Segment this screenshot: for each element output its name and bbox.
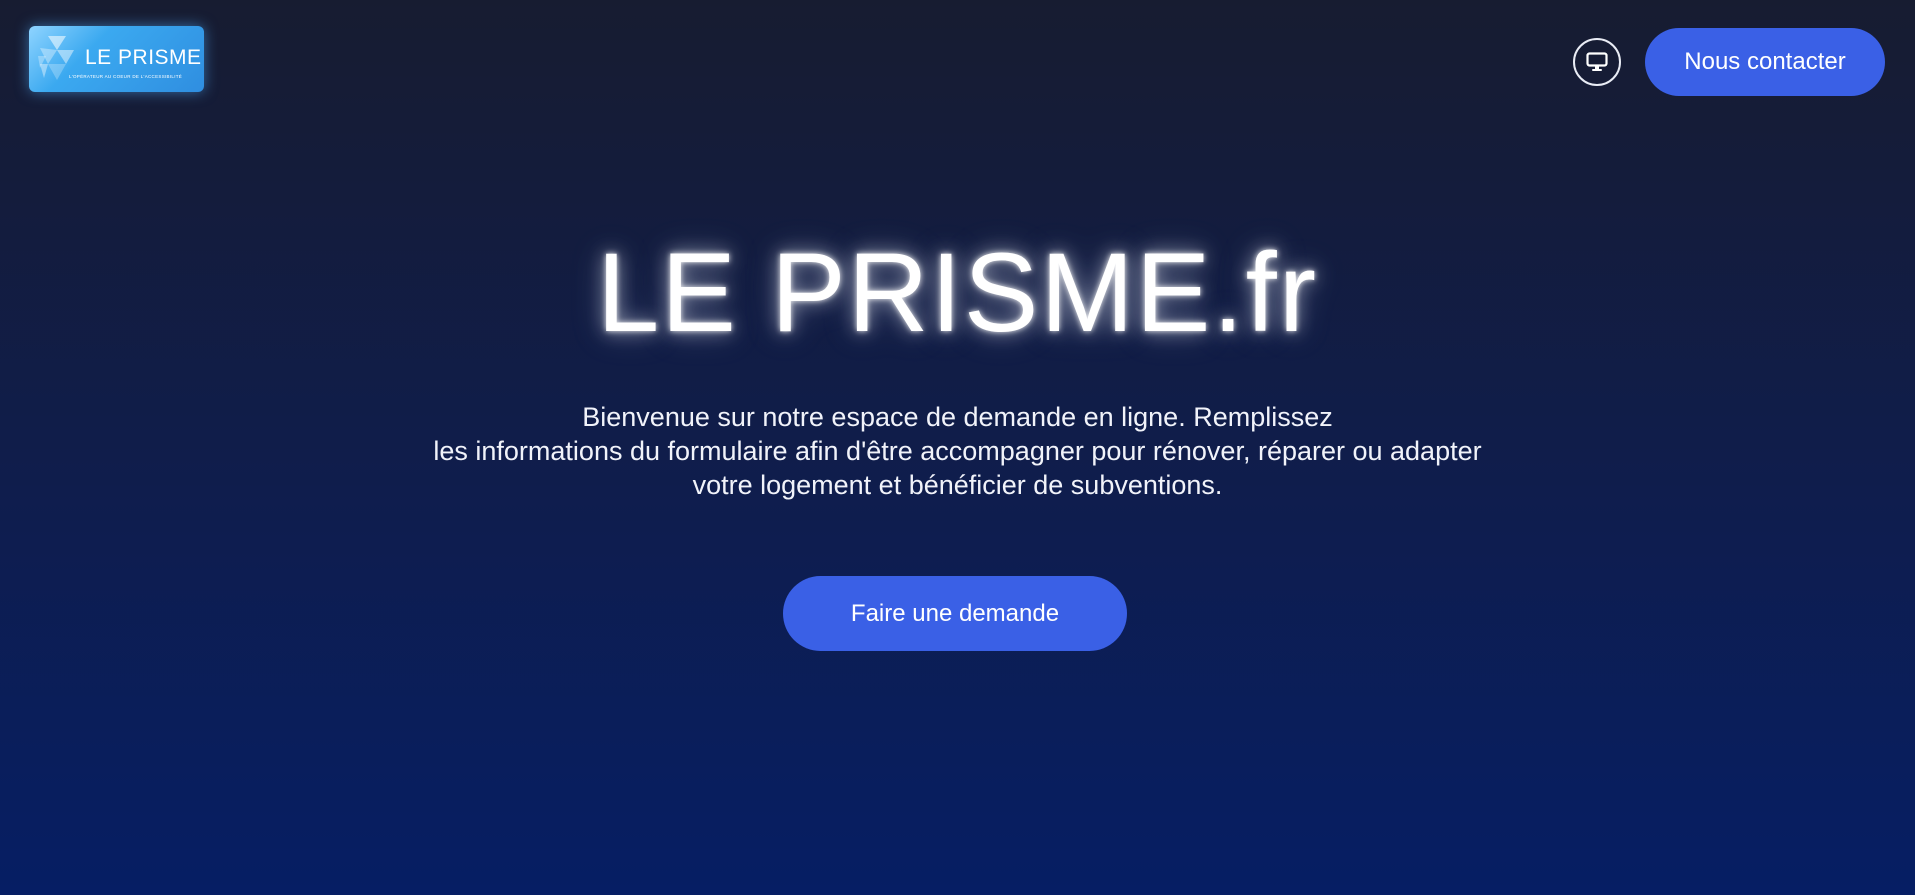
monitor-icon xyxy=(1586,52,1608,71)
hero-intro: Bienvenue sur notre espace de demande en… xyxy=(330,400,1585,502)
logo-tagline: L'OPÉRATEUR AU COEUR DE L'ACCESSIBILITÉ xyxy=(69,74,183,79)
site-logo[interactable]: LE PRISME L'OPÉRATEUR AU COEUR DE L'ACCE… xyxy=(29,26,204,92)
site-header: LE PRISME L'OPÉRATEUR AU COEUR DE L'ACCE… xyxy=(0,0,1915,120)
contact-button[interactable]: Nous contacter xyxy=(1645,28,1885,96)
page-title: LE PRISME.fr xyxy=(596,230,1319,355)
hero-intro-line: les informations du formulaire afin d'êt… xyxy=(433,436,1482,466)
display-settings-button[interactable] xyxy=(1573,38,1621,86)
logo-name: LE PRISME xyxy=(85,46,202,69)
make-request-button[interactable]: Faire une demande xyxy=(783,576,1127,651)
hero-intro-line: votre logement et bénéficier de subventi… xyxy=(692,470,1223,500)
hero-intro-line: Bienvenue sur notre espace de demande en… xyxy=(582,402,1333,432)
